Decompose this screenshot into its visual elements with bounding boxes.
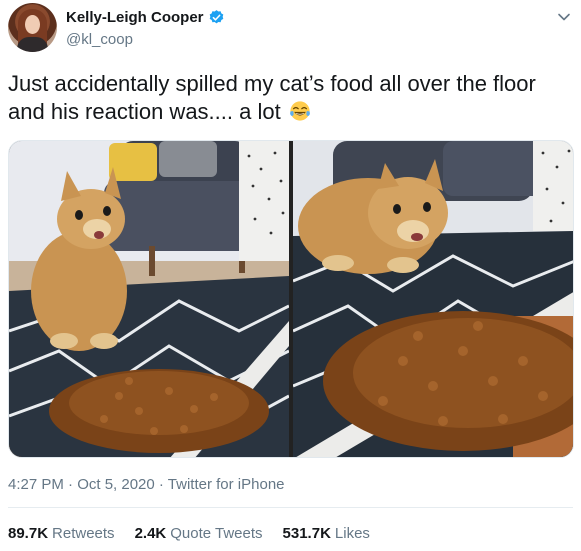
cat-photo-left[interactable] — [9, 141, 289, 457]
tweet-body: Just accidentally spilled my cat’s food … — [8, 71, 536, 124]
tweet-timestamp[interactable]: 4:27 PM · Oct 5, 2020 · Twitter for iPho… — [8, 476, 285, 493]
tweet-text: Just accidentally spilled my cat’s food … — [8, 70, 573, 126]
tweet-media[interactable] — [8, 140, 574, 458]
avatar[interactable] — [8, 3, 57, 52]
tweet-stats: 89.7K Retweets 2.4K Quote Tweets 531.7K Lik… — [8, 525, 370, 542]
author-name-row: Kelly-Leigh Cooper — [66, 9, 225, 26]
retweets-stat[interactable]: 89.7K Retweets — [8, 525, 115, 542]
author-handle[interactable]: @kl_coop — [66, 31, 133, 48]
cat-photo-right[interactable] — [293, 141, 573, 457]
tweet: Kelly-Leigh Cooper @kl_coop Just acciden… — [0, 0, 581, 551]
display-name[interactable]: Kelly-Leigh Cooper — [66, 9, 204, 26]
likes-stat[interactable]: 531.7K Likes — [283, 525, 370, 542]
verified-badge-icon — [209, 10, 223, 24]
quote-tweets-stat[interactable]: 2.4K Quote Tweets — [135, 525, 263, 542]
face-with-tears-of-joy-icon — [289, 101, 310, 121]
chevron-down-icon[interactable] — [557, 10, 571, 24]
divider — [8, 507, 573, 508]
